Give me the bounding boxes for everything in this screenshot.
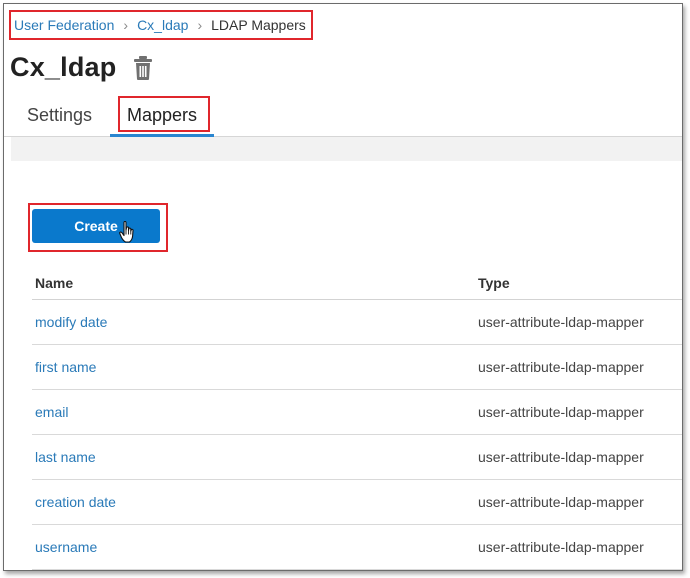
mapper-name-link[interactable]: username [35,539,97,555]
tab-mappers[interactable]: Mappers [110,94,214,136]
table-header: Name Type [32,266,682,300]
create-button[interactable]: Create [32,209,160,243]
breadcrumb-current: LDAP Mappers [211,17,306,33]
column-header-type[interactable]: Type [478,275,510,291]
breadcrumb-separator-icon: › [123,17,129,33]
mappers-table: Name Type modify date user-attribute-lda… [32,266,682,570]
mapper-type: user-attribute-ldap-mapper [478,494,644,510]
mapper-type: user-attribute-ldap-mapper [478,404,644,420]
breadcrumb: User Federation › Cx_ldap › LDAP Mappers [9,10,313,40]
mapper-type: user-attribute-ldap-mapper [478,359,644,375]
mapper-name-link[interactable]: modify date [35,314,107,330]
table-row: first name user-attribute-ldap-mapper [32,345,682,390]
table-row: email user-attribute-ldap-mapper [32,390,682,435]
table-row: creation date user-attribute-ldap-mapper [32,480,682,525]
trash-icon[interactable] [132,55,154,81]
mapper-type: user-attribute-ldap-mapper [478,314,644,330]
tab-bar: Settings Mappers [4,94,682,137]
screenshot-frame: User Federation › Cx_ldap › LDAP Mappers… [3,3,683,571]
table-row: username user-attribute-ldap-mapper [32,525,682,570]
title-row: Cx_ldap [10,52,154,83]
column-header-name[interactable]: Name [35,275,73,291]
page-title: Cx_ldap [10,52,117,82]
table-row: last name user-attribute-ldap-mapper [32,435,682,480]
breadcrumb-cx-ldap[interactable]: Cx_ldap [137,17,188,33]
mapper-type: user-attribute-ldap-mapper [478,449,644,465]
breadcrumb-user-federation[interactable]: User Federation [14,17,114,33]
mapper-name-link[interactable]: first name [35,359,96,375]
mapper-name-link[interactable]: creation date [35,494,116,510]
breadcrumb-separator-icon: › [197,17,203,33]
mapper-type: user-attribute-ldap-mapper [478,539,644,555]
table-row: modify date user-attribute-ldap-mapper [32,300,682,345]
mapper-name-link[interactable]: last name [35,449,96,465]
tab-settings[interactable]: Settings [27,94,92,136]
content-header-band [11,137,682,161]
mapper-name-link[interactable]: email [35,404,68,420]
